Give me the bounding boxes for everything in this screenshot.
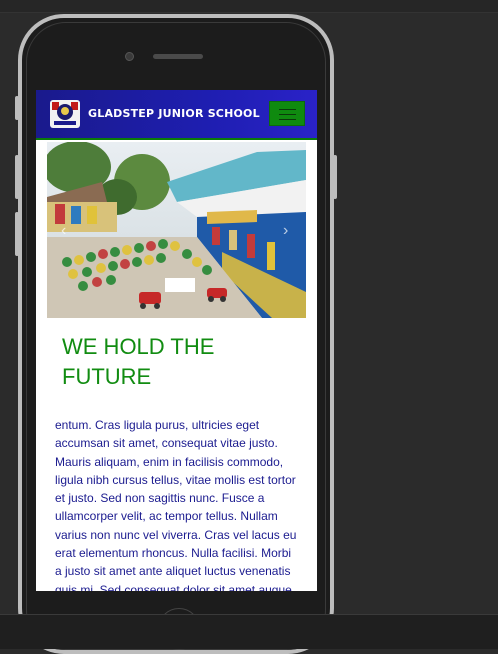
hamburger-menu-icon [279, 109, 296, 110]
school-courtyard-photo [47, 142, 306, 318]
school-logo[interactable] [49, 98, 81, 130]
chevron-left-icon[interactable]: ‹ [61, 222, 66, 240]
body-paragraph: entum. Cras ligula purus, ultricies eget… [55, 418, 297, 591]
navbar: GLADSTEP JUNIOR SCHOOL [36, 90, 317, 140]
hero-carousel[interactable]: ‹ › [47, 142, 306, 318]
hero-headline: WE HOLD THE FUTURE [62, 334, 215, 389]
volume-down-button [15, 212, 19, 256]
speaker-grille [153, 54, 203, 59]
nav-toggle-button[interactable] [269, 101, 305, 126]
volume-up-button [15, 155, 19, 199]
editor-bottom-bar [0, 614, 498, 649]
mute-switch [15, 96, 19, 120]
chevron-right-icon[interactable]: › [283, 222, 288, 240]
camera-icon [125, 52, 134, 61]
hamburger-line [279, 114, 296, 115]
hamburger-line [279, 119, 296, 120]
editor-top-bar [0, 0, 498, 13]
power-button [333, 155, 337, 199]
phone-screen: GLADSTEP JUNIOR SCHOOL ‹ › WE HOLD THE F… [36, 90, 317, 591]
site-brand[interactable]: GLADSTEP JUNIOR SCHOOL [88, 107, 260, 120]
